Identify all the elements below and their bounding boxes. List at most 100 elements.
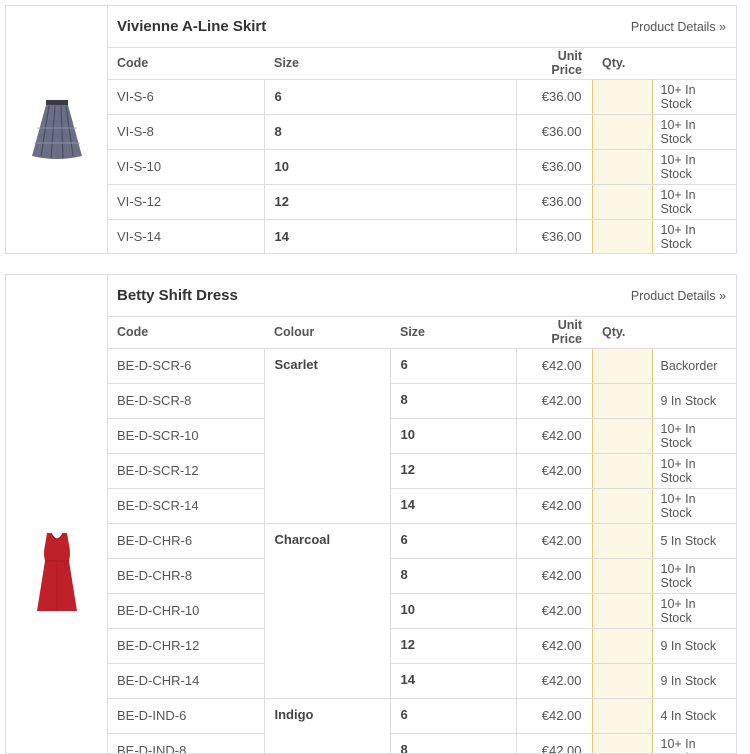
header-qty: Qty. xyxy=(592,48,652,79)
qty-cell xyxy=(592,79,652,114)
product-details-link[interactable]: Product Details » xyxy=(631,289,726,303)
qty-input[interactable] xyxy=(593,629,652,663)
qty-input[interactable] xyxy=(593,384,652,418)
cell-size: 8 xyxy=(390,383,516,418)
qty-input[interactable] xyxy=(593,734,652,754)
cell-code: BE-D-SCR-10 xyxy=(107,418,264,453)
cell-code: BE-D-SCR-14 xyxy=(107,488,264,523)
table-row: BE-D-CHR-8 8 €42.00 10+ In Stock xyxy=(107,558,736,593)
cell-stock: 10+ In Stock xyxy=(652,149,736,184)
table-row: BE-D-SCR-6 Scarlet 6 €42.00 Backorder xyxy=(107,348,736,383)
cell-stock: 10+ In Stock xyxy=(652,418,736,453)
product-card-skirt: Vivienne A-Line Skirt Product Details » … xyxy=(5,5,737,254)
table-row: BE-D-CHR-12 12 €42.00 9 In Stock xyxy=(107,628,736,663)
qty-cell xyxy=(592,114,652,149)
table-row: BE-D-CHR-10 10 €42.00 10+ In Stock xyxy=(107,593,736,628)
cell-size: 8 xyxy=(390,733,516,754)
header-stock xyxy=(652,48,736,79)
header-code: Code xyxy=(107,48,264,79)
qty-cell xyxy=(592,593,652,628)
qty-input[interactable] xyxy=(593,150,652,184)
qty-input[interactable] xyxy=(593,349,652,383)
qty-input[interactable] xyxy=(593,80,652,114)
qty-input[interactable] xyxy=(593,185,652,219)
cell-price: €36.00 xyxy=(516,114,592,149)
cell-size: 6 xyxy=(264,79,516,114)
cell-size: 12 xyxy=(390,453,516,488)
cell-stock: 10+ In Stock xyxy=(652,488,736,523)
cell-price: €42.00 xyxy=(516,453,592,488)
cell-code: VI-S-8 xyxy=(107,114,264,149)
variant-table: Code Colour Size Unit Price Qty. BE-D-SC… xyxy=(107,317,736,754)
cell-size: 8 xyxy=(390,558,516,593)
qty-cell xyxy=(592,383,652,418)
cell-size: 6 xyxy=(390,698,516,733)
cell-code: VI-S-6 xyxy=(107,79,264,114)
product-card-dress: Betty Shift Dress Product Details » Code… xyxy=(5,274,737,754)
cell-code: VI-S-12 xyxy=(107,184,264,219)
table-row: VI-S-10 10 €36.00 10+ In Stock xyxy=(107,149,736,184)
skirt-image[interactable] xyxy=(27,98,87,160)
product-details: Betty Shift Dress Product Details » Code… xyxy=(107,275,736,754)
qty-input[interactable] xyxy=(593,699,652,733)
cell-colour: Charcoal xyxy=(264,523,390,698)
table-row: VI-S-8 8 €36.00 10+ In Stock xyxy=(107,114,736,149)
cell-size: 10 xyxy=(390,593,516,628)
cell-size: 14 xyxy=(264,219,516,254)
product-title-row: Betty Shift Dress Product Details » xyxy=(107,275,736,317)
cell-price: €42.00 xyxy=(516,488,592,523)
qty-input[interactable] xyxy=(593,594,652,628)
cell-price: €42.00 xyxy=(516,663,592,698)
cell-price: €42.00 xyxy=(516,418,592,453)
cell-stock: 10+ In Stock xyxy=(652,593,736,628)
table-row: BE-D-SCR-8 8 €42.00 9 In Stock xyxy=(107,383,736,418)
cell-stock: 9 In Stock xyxy=(652,628,736,663)
table-row: BE-D-IND-8 8 €42.00 10+ In Stock xyxy=(107,733,736,754)
cell-colour: Scarlet xyxy=(264,348,390,523)
header-colour: Colour xyxy=(264,317,390,348)
cell-price: €42.00 xyxy=(516,733,592,754)
cell-code: BE-D-CHR-14 xyxy=(107,663,264,698)
cell-size: 10 xyxy=(390,418,516,453)
cell-stock: 10+ In Stock xyxy=(652,558,736,593)
cell-code: VI-S-10 xyxy=(107,149,264,184)
header-stock xyxy=(652,317,736,348)
cell-stock: 10+ In Stock xyxy=(652,79,736,114)
cell-size: 14 xyxy=(390,663,516,698)
table-header-row: Code Size Unit Price Qty. xyxy=(107,48,736,79)
qty-cell xyxy=(592,219,652,254)
product-image-cell xyxy=(6,6,108,253)
table-row: BE-D-IND-6 Indigo 6 €42.00 4 In Stock xyxy=(107,698,736,733)
product-title: Betty Shift Dress xyxy=(117,287,238,304)
qty-input[interactable] xyxy=(593,454,652,488)
cell-size: 14 xyxy=(390,488,516,523)
qty-input[interactable] xyxy=(593,489,652,523)
cell-price: €42.00 xyxy=(516,348,592,383)
header-size: Size xyxy=(264,48,516,79)
qty-cell xyxy=(592,663,652,698)
cell-size: 8 xyxy=(264,114,516,149)
cell-size: 12 xyxy=(390,628,516,663)
cell-colour: Indigo xyxy=(264,698,390,754)
product-details: Vivienne A-Line Skirt Product Details » … xyxy=(107,6,736,254)
cell-stock: 10+ In Stock xyxy=(652,114,736,149)
cell-price: €36.00 xyxy=(516,219,592,254)
qty-cell xyxy=(592,184,652,219)
dress-image[interactable] xyxy=(33,531,81,615)
cell-price: €42.00 xyxy=(516,558,592,593)
qty-cell xyxy=(592,418,652,453)
variant-table: Code Size Unit Price Qty. VI-S-6 6 €36.0… xyxy=(107,48,736,254)
table-header-row: Code Colour Size Unit Price Qty. xyxy=(107,317,736,348)
qty-input[interactable] xyxy=(593,559,652,593)
qty-cell xyxy=(592,523,652,558)
cell-code: VI-S-14 xyxy=(107,219,264,254)
cell-stock: 9 In Stock xyxy=(652,383,736,418)
qty-input[interactable] xyxy=(593,664,652,698)
qty-input[interactable] xyxy=(593,115,652,149)
qty-input[interactable] xyxy=(593,524,652,558)
product-details-link[interactable]: Product Details » xyxy=(631,20,726,34)
cell-price: €42.00 xyxy=(516,698,592,733)
header-qty: Qty. xyxy=(592,317,652,348)
qty-input[interactable] xyxy=(593,419,652,453)
qty-input[interactable] xyxy=(593,220,652,255)
